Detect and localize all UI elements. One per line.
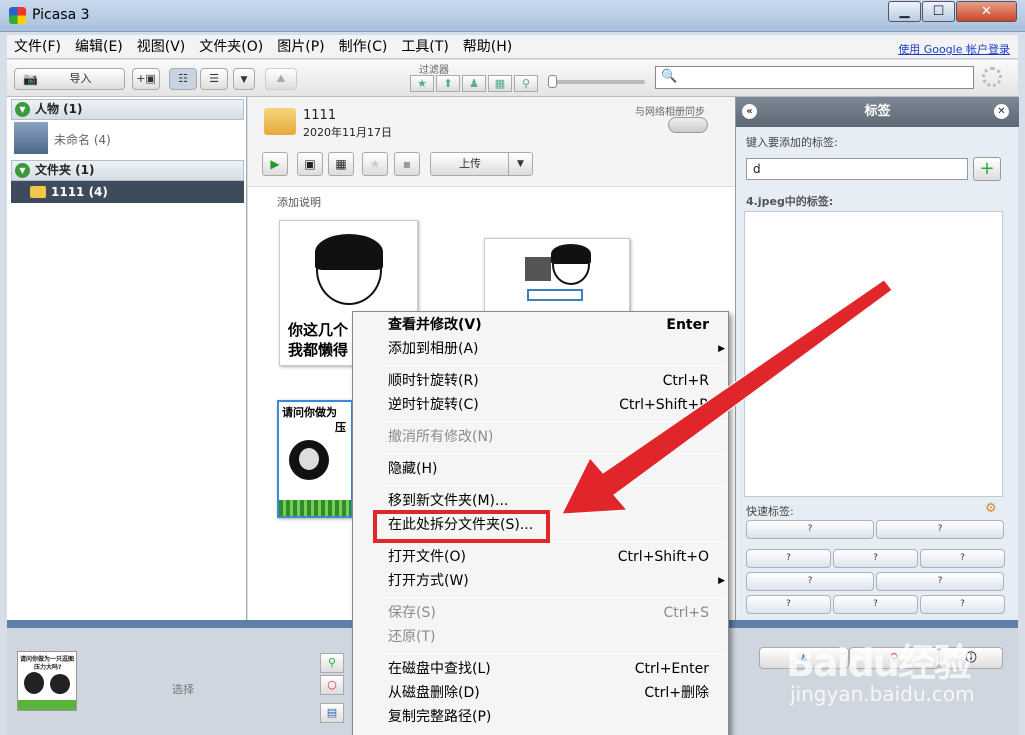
annotation-arrow — [561, 279, 893, 515]
picasa-window: Picasa 3 ▁ ☐ ✕ 文件(F) 编辑(E) 视图(V) 文件夹(O) 图片(P… — [0, 0, 1025, 735]
